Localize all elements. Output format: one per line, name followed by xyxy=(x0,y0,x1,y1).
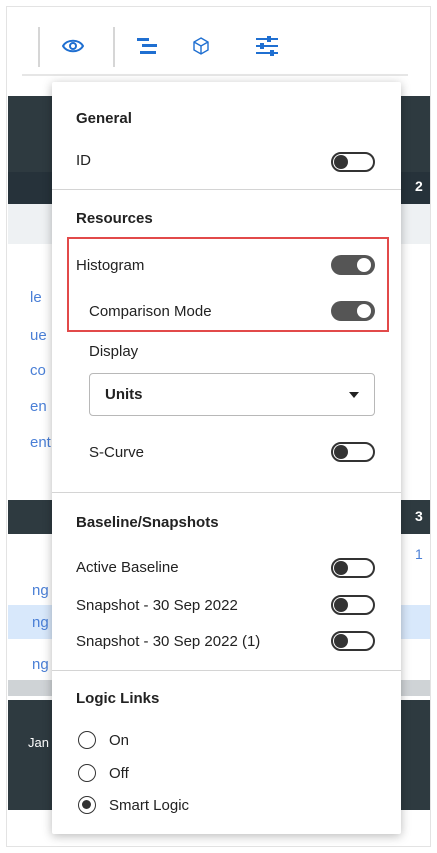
cube-icon xyxy=(193,37,209,55)
section-title-resources: Resources xyxy=(76,210,153,227)
bg-number: 1 xyxy=(415,546,423,562)
section-divider xyxy=(52,492,401,493)
section-divider xyxy=(52,189,401,190)
active-baseline-label: Active Baseline xyxy=(76,559,179,576)
comparison-mode-toggle[interactable] xyxy=(331,301,375,321)
bg-link[interactable]: co xyxy=(30,362,46,379)
bg-number: 2 xyxy=(415,178,423,194)
toolbar-separator xyxy=(113,27,115,67)
bg-link[interactable]: en xyxy=(30,398,47,415)
toolbar-separator xyxy=(38,27,40,67)
toggle-knob xyxy=(334,445,348,459)
radio-off[interactable] xyxy=(78,764,96,782)
display-select[interactable]: Units xyxy=(89,373,375,416)
section-title-logic-links: Logic Links xyxy=(76,690,160,707)
bg-number: 3 xyxy=(415,508,423,524)
toolbar xyxy=(28,25,408,71)
bg-link[interactable]: ent xyxy=(30,434,51,451)
sliders-button[interactable] xyxy=(252,31,282,61)
radio-on-label: On xyxy=(109,732,130,749)
section-title-general: General xyxy=(76,110,132,127)
s-curve-toggle[interactable] xyxy=(331,442,375,462)
gantt-bars-icon xyxy=(137,38,157,54)
cube-button[interactable] xyxy=(186,31,216,61)
s-curve-label: S-Curve xyxy=(89,444,145,461)
snapshot-label: Snapshot - 30 Sep 2022 xyxy=(76,597,238,614)
radio-smart-logic-label: Smart Logic xyxy=(109,797,190,814)
histogram-label: Histogram xyxy=(76,257,145,274)
snapshot-1-toggle[interactable] xyxy=(331,631,375,651)
snapshot-toggle[interactable] xyxy=(331,595,375,615)
view-settings-panel: General ID Resources Histogram Compariso… xyxy=(52,82,401,834)
bg-link[interactable]: ue xyxy=(30,327,47,344)
gantt-bars-button[interactable] xyxy=(132,31,162,61)
toggle-knob xyxy=(334,634,348,648)
eye-icon xyxy=(62,39,84,53)
histogram-toggle[interactable] xyxy=(331,255,375,275)
bg-link[interactable]: ng xyxy=(32,656,49,673)
radio-off-label: Off xyxy=(109,765,129,782)
id-label: ID xyxy=(76,152,91,169)
toggle-knob xyxy=(357,304,371,318)
section-title-baseline: Baseline/Snapshots xyxy=(76,514,219,531)
toggle-knob xyxy=(334,598,348,612)
toolbar-underline xyxy=(22,74,408,76)
eye-button[interactable] xyxy=(58,31,88,61)
bg-name: Jan xyxy=(28,735,49,750)
sliders-icon xyxy=(256,36,278,56)
display-label: Display xyxy=(89,343,139,360)
bg-link[interactable]: ng xyxy=(32,614,49,631)
toggle-knob xyxy=(334,155,348,169)
snapshot-1-label: Snapshot - 30 Sep 2022 (1) xyxy=(76,633,261,650)
toggle-knob xyxy=(334,561,348,575)
active-baseline-toggle[interactable] xyxy=(331,558,375,578)
display-select-value: Units xyxy=(105,386,143,403)
chevron-down-icon xyxy=(349,392,359,398)
bg-link[interactable]: le xyxy=(30,289,42,306)
radio-on[interactable] xyxy=(78,731,96,749)
id-toggle[interactable] xyxy=(331,152,375,172)
radio-smart-logic[interactable] xyxy=(78,796,96,814)
toggle-knob xyxy=(357,258,371,272)
bg-link[interactable]: ng xyxy=(32,582,49,599)
section-divider xyxy=(52,670,401,671)
comparison-mode-label: Comparison Mode xyxy=(89,303,212,320)
